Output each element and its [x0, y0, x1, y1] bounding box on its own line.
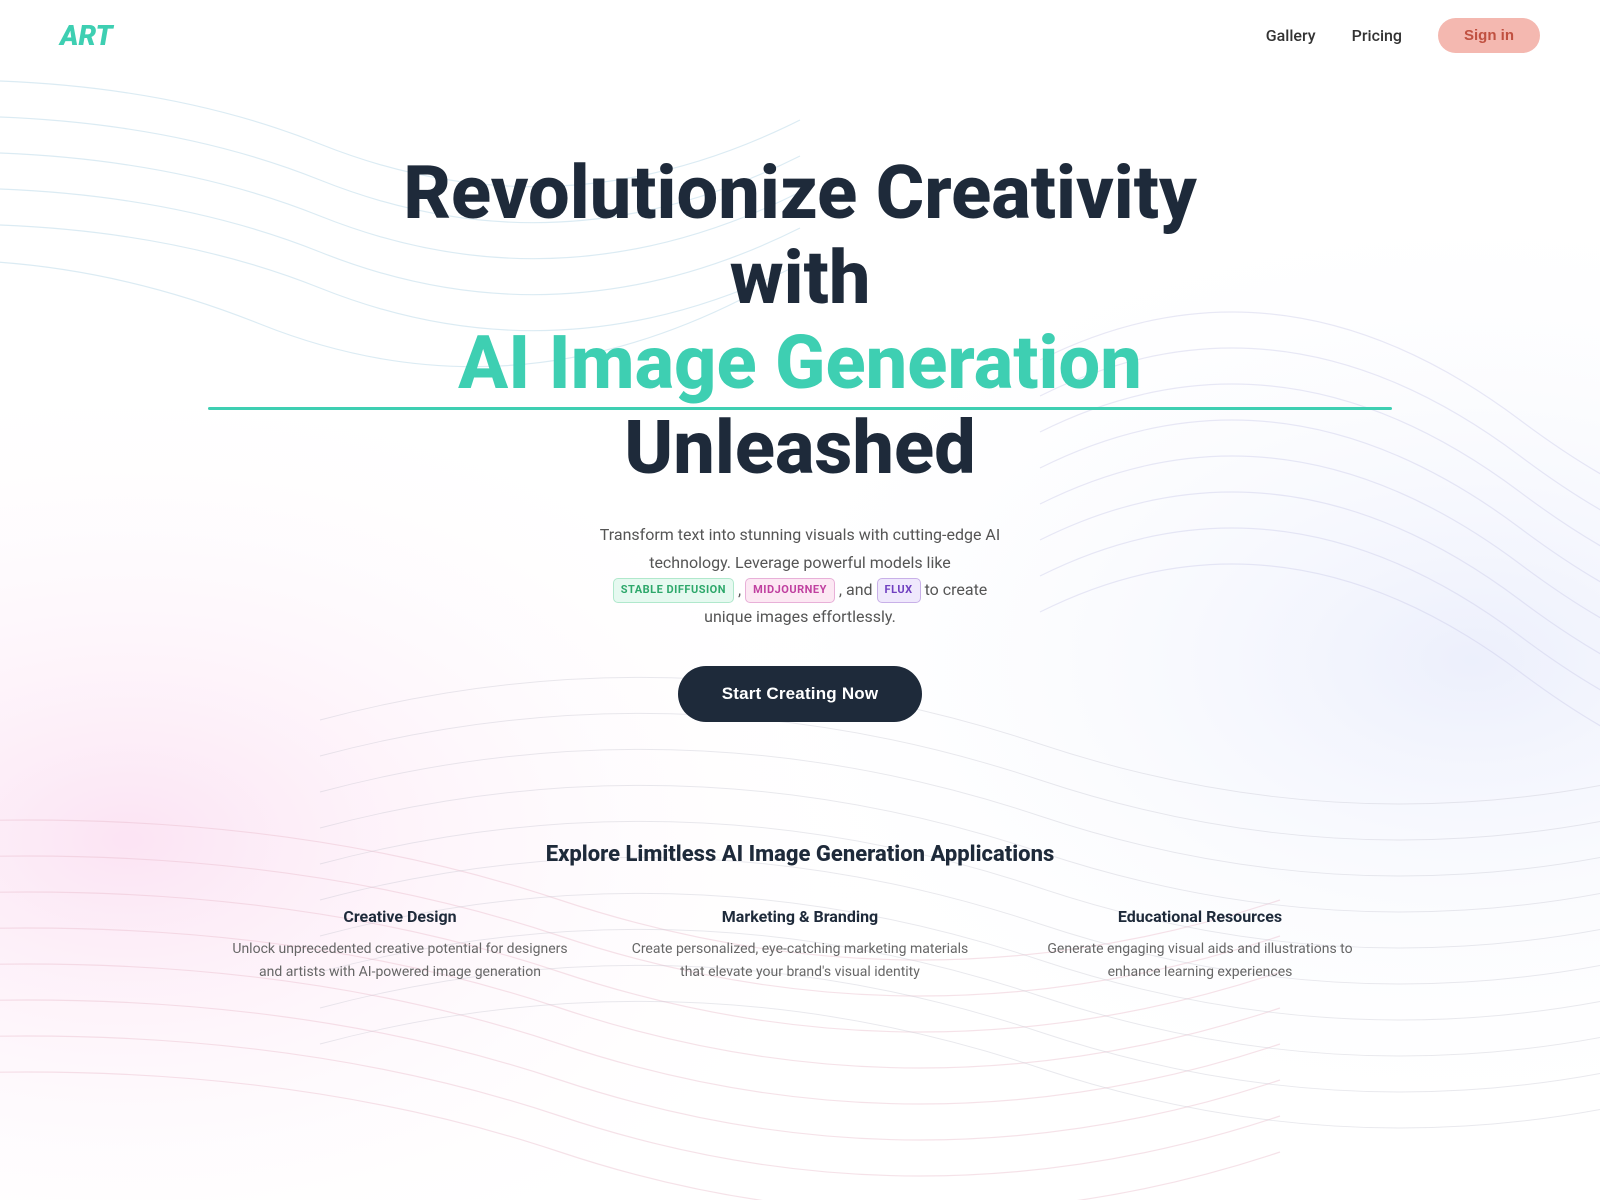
card-desc-0: Unlock unprecedented creative potential …	[230, 938, 570, 983]
card-marketing: Marketing & Branding Create personalized…	[600, 907, 1000, 983]
hero-title: Revolutionize Creativity with AI Image G…	[60, 151, 1540, 491]
card-desc-1: Create personalized, eye-catching market…	[630, 938, 970, 983]
hero-subtitle: Transform text into stunning visuals wit…	[590, 521, 1010, 630]
logo[interactable]: ART	[60, 19, 113, 52]
card-desc-2: Generate engaging visual aids and illust…	[1030, 938, 1370, 983]
start-creating-button[interactable]: Start Creating Now	[678, 666, 923, 722]
card-title-1: Marketing & Branding	[630, 907, 970, 926]
hero-section: Revolutionize Creativity with AI Image G…	[0, 71, 1600, 782]
card-educational: Educational Resources Generate engaging …	[1000, 907, 1400, 983]
badge-flux: FLUX	[877, 578, 921, 603]
card-creative-design: Creative Design Unlock unprecedented cre…	[200, 907, 600, 983]
badge-midjourney: MIDJOURNEY	[745, 578, 835, 603]
nav-links: Gallery Pricing Sign in	[1266, 18, 1540, 53]
card-title-2: Educational Resources	[1030, 907, 1370, 926]
card-title-0: Creative Design	[230, 907, 570, 926]
section-title: Explore Limitless AI Image Generation Ap…	[60, 842, 1540, 867]
nav-pricing[interactable]: Pricing	[1352, 26, 1402, 45]
nav-gallery[interactable]: Gallery	[1266, 26, 1316, 45]
badge-stable-diffusion: STABLE DIFFUSION	[613, 578, 734, 603]
feature-cards: Creative Design Unlock unprecedented cre…	[60, 907, 1540, 983]
signin-button[interactable]: Sign in	[1438, 18, 1540, 53]
features-section: Explore Limitless AI Image Generation Ap…	[0, 782, 1600, 1023]
navbar: ART Gallery Pricing Sign in	[0, 0, 1600, 71]
